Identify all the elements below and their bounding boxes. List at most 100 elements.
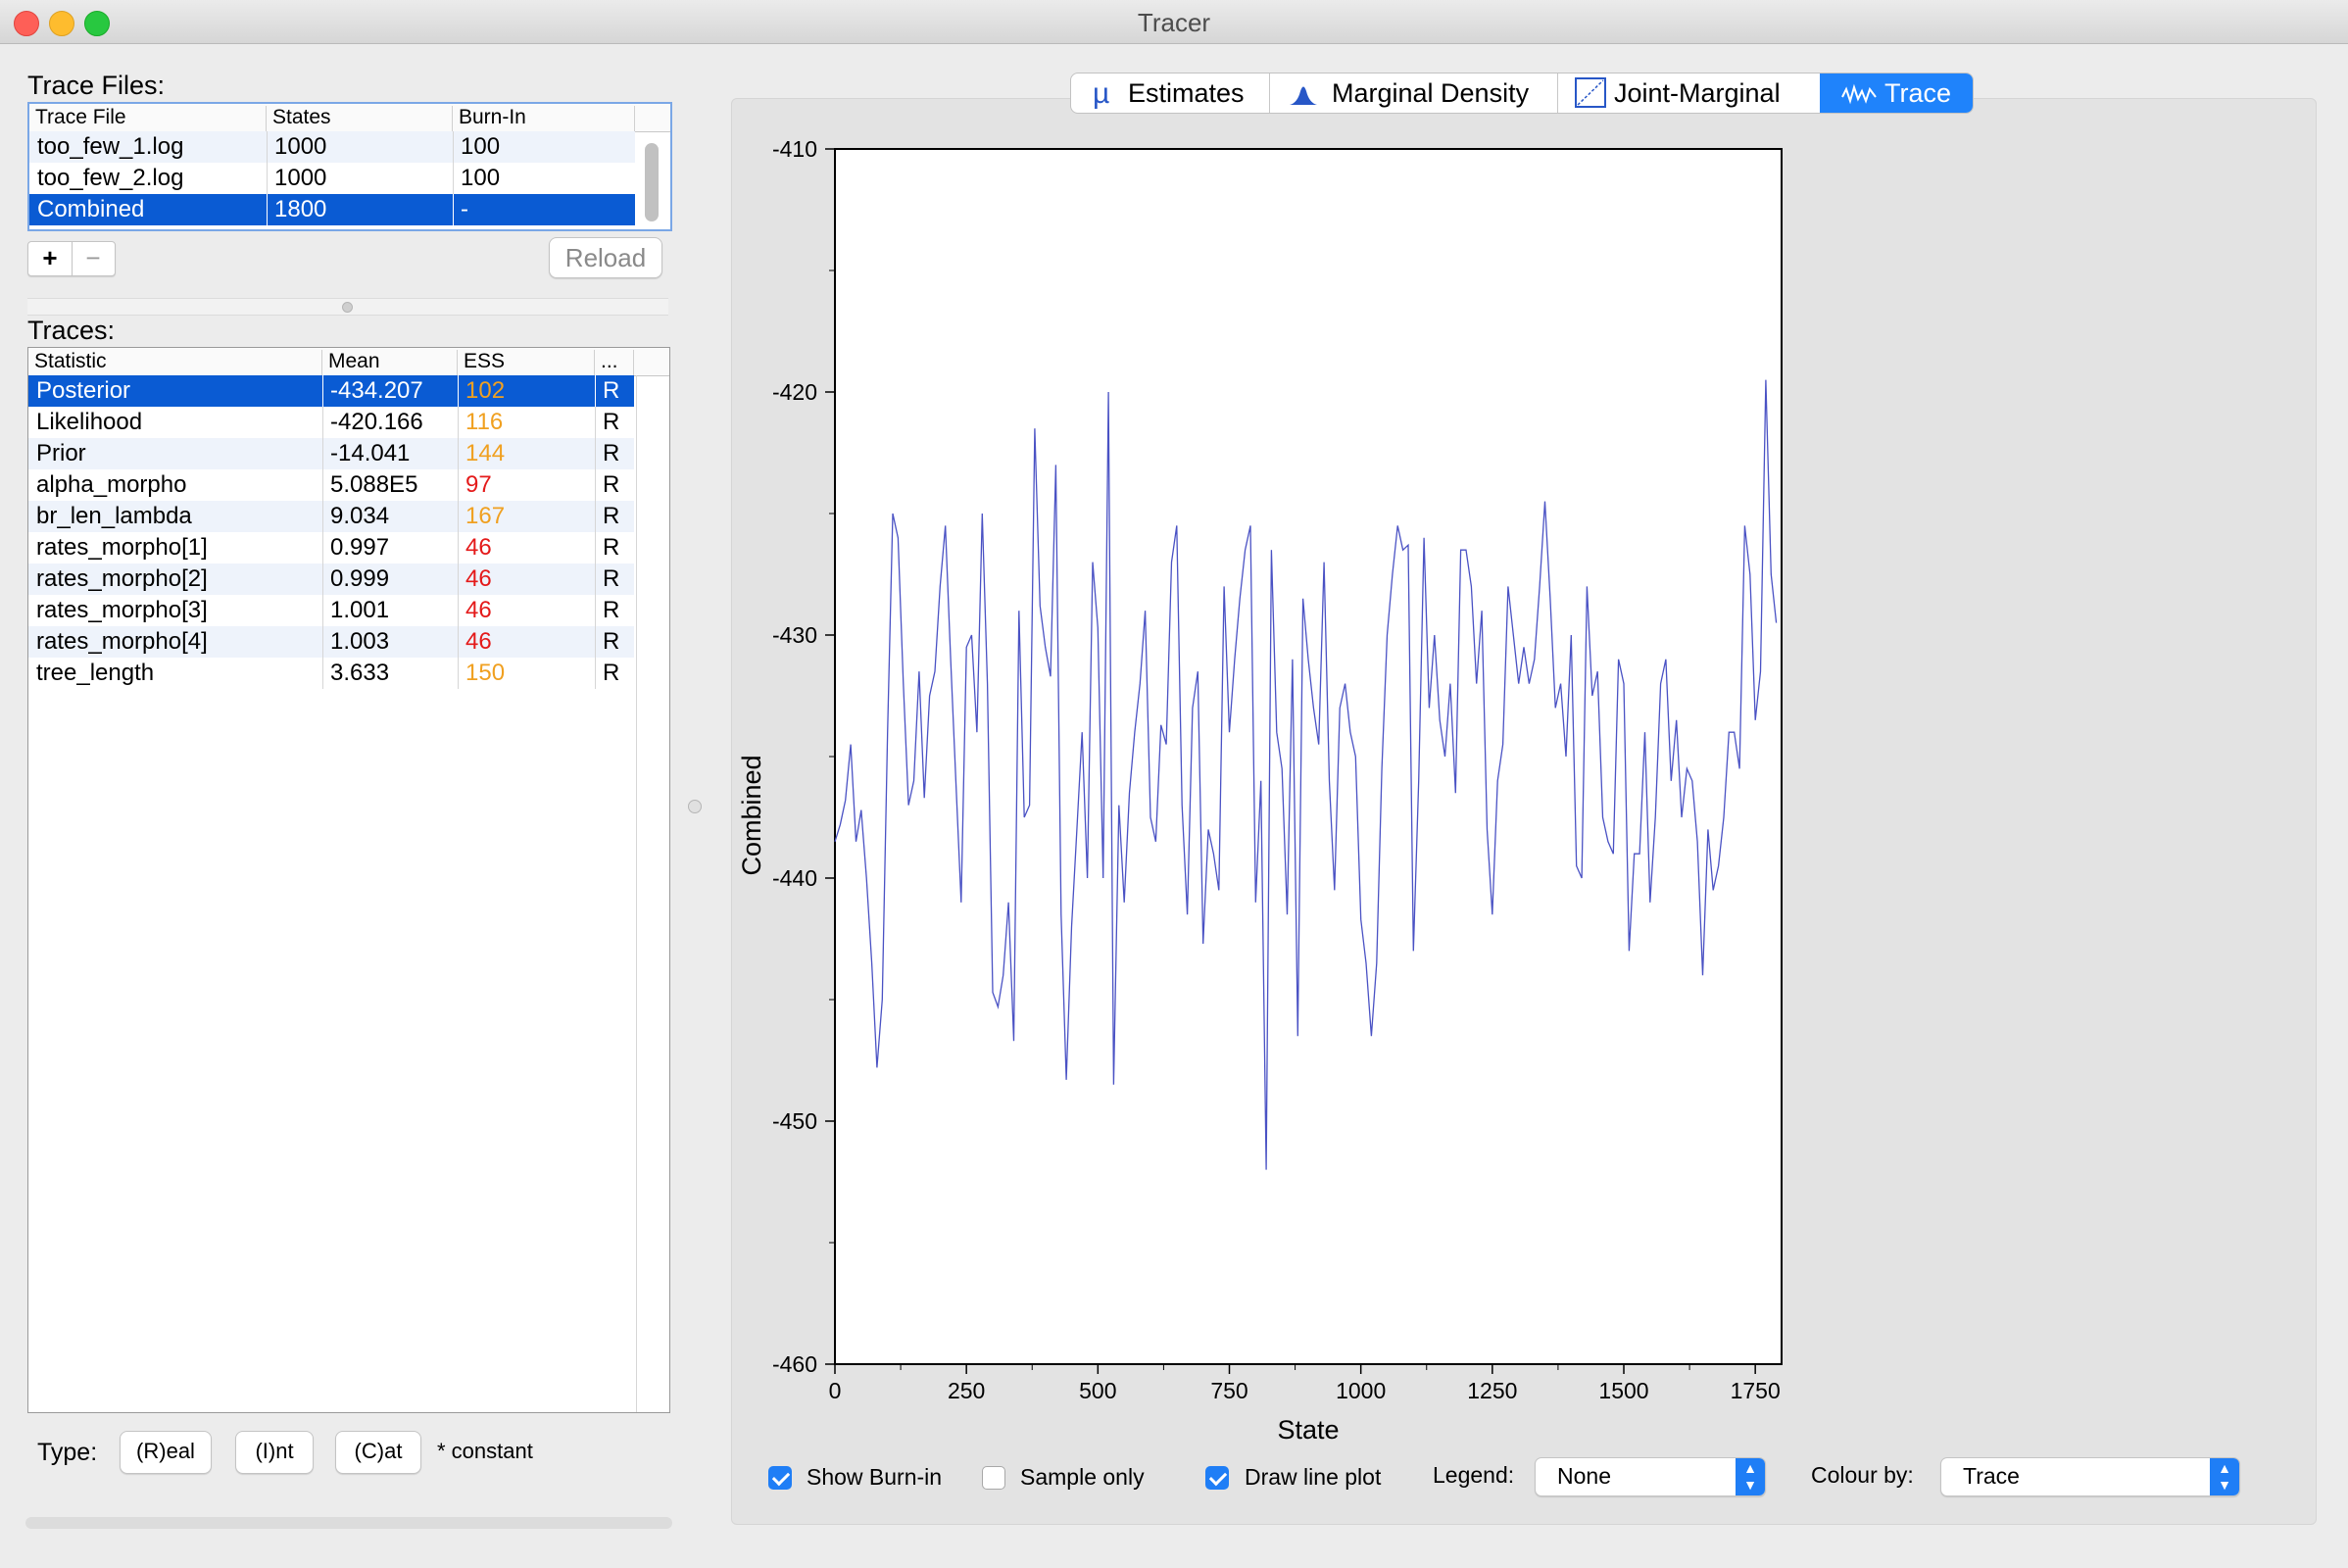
trace-mean: -14.041 xyxy=(330,440,411,466)
trace-file-burnin[interactable]: - xyxy=(453,196,468,223)
x-axis-label: State xyxy=(1277,1415,1339,1441)
trace-file-states: 1800 xyxy=(274,196,327,222)
type-cat-button[interactable]: (C)at xyxy=(335,1431,421,1474)
traces-scroll-track xyxy=(636,375,637,1412)
traces-table[interactable]: Statistic Mean ESS ... Posterior -434.207… xyxy=(27,347,670,1413)
trace-file-row[interactable]: too_few_2.log 1000 100 xyxy=(29,163,635,194)
draw-line-plot-label[interactable]: Draw line plot xyxy=(1245,1464,1381,1491)
trace-mean: 3.633 xyxy=(330,660,390,686)
trace-files-header: Trace File States Burn-In xyxy=(29,104,670,132)
constant-note: * constant xyxy=(437,1439,533,1463)
reload-button[interactable]: Reload xyxy=(549,237,662,278)
trace-type[interactable]: R xyxy=(595,628,619,656)
trace-type[interactable]: R xyxy=(595,565,619,593)
sample-only-checkbox[interactable] xyxy=(982,1466,1005,1490)
trace-type[interactable]: R xyxy=(595,409,619,436)
trace-mean: 0.999 xyxy=(330,565,390,592)
tab-joint-marginal[interactable]: Joint-Marginal xyxy=(1557,74,1821,113)
trace-files-table[interactable]: Trace File States Burn-In too_few_1.log 1… xyxy=(27,102,672,231)
view-tabs: µ Estimates Marginal Density Joint-Margi… xyxy=(1070,73,1974,114)
x-tick-label: 500 xyxy=(1079,1378,1116,1403)
colour-by-select[interactable]: Trace ▲ ▼ xyxy=(1940,1457,2240,1496)
tab-marginal-density-label: Marginal Density xyxy=(1332,78,1530,108)
trace-ess: 144 xyxy=(465,440,506,466)
trace-row[interactable]: rates_morpho[3] 1.001 46 R xyxy=(28,595,634,626)
density-icon xyxy=(1290,86,1317,105)
trace-type[interactable]: R xyxy=(595,597,619,624)
add-file-button[interactable]: + xyxy=(28,242,73,275)
chevron-updown-icon: ▲ ▼ xyxy=(1736,1458,1765,1495)
trace-row[interactable]: Posterior -434.207 102 R xyxy=(28,375,634,407)
trace-statistic: rates_morpho[3] xyxy=(36,597,208,623)
trace-file-states: 1000 xyxy=(274,133,327,160)
traces-header: Statistic Mean ESS ... xyxy=(28,348,669,376)
trace-ess: 150 xyxy=(465,660,506,686)
trace-statistic: tree_length xyxy=(36,660,155,686)
show-burnin-checkbox[interactable] xyxy=(768,1466,792,1490)
trace-row[interactable]: rates_morpho[1] 0.997 46 R xyxy=(28,532,634,564)
col-mean[interactable]: Mean xyxy=(322,350,458,375)
y-tick-label: -460 xyxy=(772,1351,817,1377)
trace-files-scrollbar[interactable] xyxy=(645,143,659,221)
tab-trace-label: Trace xyxy=(1884,78,1952,108)
trace-row[interactable]: tree_length 3.633 150 R xyxy=(28,658,634,689)
x-tick-label: 1250 xyxy=(1467,1378,1517,1403)
trace-row[interactable]: rates_morpho[4] 1.003 46 R xyxy=(28,626,634,658)
split-divider[interactable] xyxy=(27,298,668,316)
trace-mean: -420.166 xyxy=(330,409,423,435)
trace-row[interactable]: rates_morpho[2] 0.999 46 R xyxy=(28,564,634,595)
left-panel-scrollbar[interactable] xyxy=(25,1517,672,1529)
col-burn-in[interactable]: Burn-In xyxy=(453,106,635,131)
trace-ess: 167 xyxy=(465,503,506,529)
trace-file-row[interactable]: Combined 1800 - xyxy=(29,194,635,225)
type-real-button[interactable]: (R)eal xyxy=(120,1431,212,1474)
trace-file-name: too_few_2.log xyxy=(37,165,184,191)
remove-file-button[interactable]: − xyxy=(72,242,115,275)
vertical-split-handle-icon[interactable] xyxy=(688,800,702,813)
col-trace-file[interactable]: Trace File xyxy=(29,106,267,131)
y-tick-label: -450 xyxy=(772,1108,817,1134)
trace-file-burnin[interactable]: 100 xyxy=(453,165,500,192)
colour-by-select-value: Trace xyxy=(1963,1463,2020,1489)
y-tick-label: -430 xyxy=(772,622,817,648)
trace-row[interactable]: Likelihood -420.166 116 R xyxy=(28,407,634,438)
trace-ess: 46 xyxy=(465,628,492,655)
trace-statistic: Posterior xyxy=(36,377,131,404)
tab-joint-marginal-label: Joint-Marginal xyxy=(1614,78,1781,108)
trace-type[interactable]: R xyxy=(595,534,619,562)
trace-row[interactable]: Prior -14.041 144 R xyxy=(28,438,634,469)
trace-mean: 5.088E5 xyxy=(330,471,418,498)
show-burnin-label[interactable]: Show Burn-in xyxy=(807,1464,942,1491)
x-tick-label: 750 xyxy=(1210,1378,1247,1403)
tab-estimates-label: Estimates xyxy=(1128,78,1245,108)
x-tick-label: 1500 xyxy=(1598,1378,1648,1403)
col-statistic[interactable]: Statistic xyxy=(28,350,322,375)
trace-type[interactable]: R xyxy=(595,660,619,687)
trace-mean: 9.034 xyxy=(330,503,390,529)
draw-line-plot-checkbox[interactable] xyxy=(1205,1466,1229,1490)
trace-type[interactable]: R xyxy=(595,471,619,499)
trace-statistic: Prior xyxy=(36,440,86,466)
trace-mean: 1.003 xyxy=(330,628,390,655)
trace-type[interactable]: R xyxy=(595,503,619,530)
trace-row[interactable]: alpha_morpho 5.088E5 97 R xyxy=(28,469,634,501)
tab-marginal-density[interactable]: Marginal Density xyxy=(1269,74,1558,113)
trace-type[interactable]: R xyxy=(595,440,619,467)
col-states[interactable]: States xyxy=(267,106,453,131)
x-tick-label: 250 xyxy=(948,1378,985,1403)
col-ess[interactable]: ESS xyxy=(458,350,595,375)
legend-select[interactable]: None ▲ ▼ xyxy=(1535,1457,1766,1496)
tab-trace[interactable]: Trace xyxy=(1820,74,1973,113)
trace-file-row[interactable]: too_few_1.log 1000 100 xyxy=(29,131,635,163)
type-int-button[interactable]: (I)nt xyxy=(235,1431,314,1474)
add-remove-segmented: + − xyxy=(27,241,116,276)
trace-file-burnin[interactable]: 100 xyxy=(453,133,500,161)
tab-estimates[interactable]: µ Estimates xyxy=(1071,74,1270,113)
trace-row[interactable]: br_len_lambda 9.034 167 R xyxy=(28,501,634,532)
trace-mean: 1.001 xyxy=(330,597,390,623)
trace-type[interactable]: R xyxy=(595,377,619,405)
col-type[interactable]: ... xyxy=(595,350,634,375)
trace-statistic: rates_morpho[2] xyxy=(36,565,208,592)
sample-only-label[interactable]: Sample only xyxy=(1020,1464,1145,1491)
chevron-updown-icon: ▲ ▼ xyxy=(2210,1458,2239,1495)
